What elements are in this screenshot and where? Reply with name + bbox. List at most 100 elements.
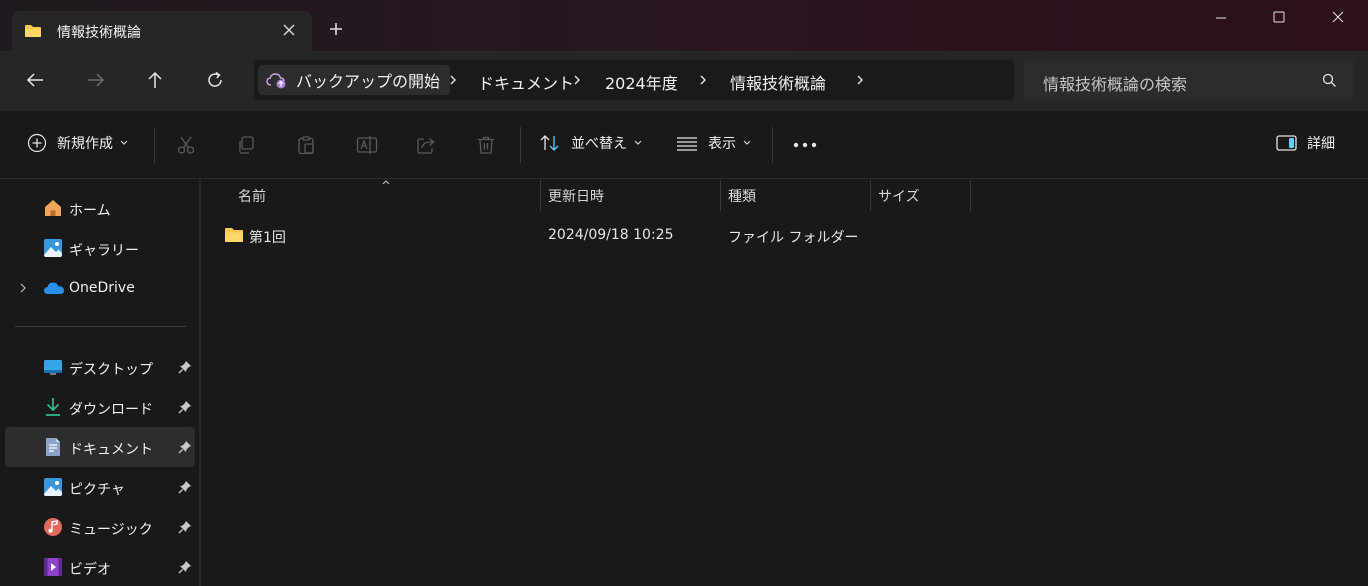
sidebar-item-label: ピクチャ	[69, 482, 125, 498]
title-bar: 情報技術概論	[0, 0, 1368, 51]
pin-icon[interactable]	[178, 360, 192, 374]
sidebar-item-label: OneDrive	[69, 280, 135, 296]
minimize-icon[interactable]	[1214, 10, 1228, 24]
sidebar-item-label: ミュージック	[69, 522, 153, 538]
add-circle-icon	[27, 133, 47, 153]
pin-icon[interactable]	[178, 560, 192, 574]
new-tab-icon[interactable]	[329, 22, 343, 36]
home-icon	[43, 198, 63, 218]
up-icon[interactable]	[145, 70, 165, 90]
sidebar-item-gallery[interactable]: ギャラリー	[5, 228, 195, 268]
column-divider[interactable]	[970, 180, 971, 211]
column-header-name[interactable]: 名前	[238, 186, 266, 206]
column-header-modified[interactable]: 更新日時	[548, 186, 604, 206]
divider	[154, 127, 155, 163]
breadcrumb-item-current[interactable]: 情報技術概論	[730, 70, 826, 94]
video-icon	[43, 557, 63, 577]
sidebar-item-music[interactable]: ミュージック	[5, 507, 195, 547]
share-icon[interactable]	[416, 135, 436, 155]
chevron-down-icon	[742, 139, 752, 147]
chevron-down-icon	[119, 139, 129, 147]
sidebar-item-label: デスクトップ	[69, 362, 153, 378]
search-input[interactable]: 情報技術概論の検索	[1024, 60, 1354, 100]
folder-icon	[24, 23, 42, 39]
desktop-icon	[43, 357, 63, 377]
sidebar-item-label: ドキュメント	[69, 442, 153, 458]
breadcrumb-item-documents[interactable]: ドキュメント	[478, 70, 574, 94]
sidebar-item-pictures[interactable]: ピクチャ	[5, 467, 195, 507]
sidebar-item-label: ビデオ	[69, 562, 111, 578]
back-icon[interactable]	[25, 70, 45, 90]
pictures-icon	[43, 477, 63, 497]
breadcrumb-item-year[interactable]: 2024年度	[605, 70, 678, 94]
copy-icon[interactable]	[236, 135, 256, 155]
file-name: 第1回	[249, 230, 286, 246]
table-row[interactable]: 第1回 2024/09/18 10:25 ファイル フォルダー	[219, 220, 979, 252]
refresh-icon[interactable]	[205, 70, 225, 90]
maximize-icon[interactable]	[1272, 10, 1286, 24]
cut-icon[interactable]	[176, 135, 196, 155]
new-label: 新規作成	[57, 136, 113, 152]
pin-icon[interactable]	[178, 520, 192, 534]
command-bar: 新規作成 並べ替え 表示 詳細	[0, 111, 1368, 179]
pin-icon[interactable]	[178, 440, 192, 454]
sort-button[interactable]: 並べ替え	[539, 133, 643, 153]
sidebar-item-downloads[interactable]: ダウンロード	[5, 387, 195, 427]
sidebar-item-label: ホーム	[69, 203, 111, 219]
details-label: 詳細	[1307, 136, 1335, 152]
sort-label: 並べ替え	[571, 136, 627, 152]
divider	[772, 127, 773, 163]
paste-icon[interactable]	[296, 135, 316, 155]
delete-icon[interactable]	[476, 135, 496, 155]
sidebar-divider	[15, 326, 186, 327]
gallery-icon	[43, 238, 63, 258]
view-button[interactable]: 表示	[676, 133, 752, 153]
close-tab-icon[interactable]	[282, 23, 296, 37]
pin-icon[interactable]	[178, 400, 192, 414]
file-list: 名前 更新日時 種類 サイズ 第1回 2024/09/18 10:25 ファイル…	[201, 180, 1368, 586]
column-divider[interactable]	[540, 180, 541, 211]
column-divider[interactable]	[870, 180, 871, 211]
column-header-type[interactable]: 種類	[728, 186, 756, 206]
sidebar-item-label: ギャラリー	[69, 243, 139, 259]
sidebar-item-videos[interactable]: ビデオ	[5, 547, 195, 586]
close-window-icon[interactable]	[1331, 10, 1345, 24]
rename-icon[interactable]	[356, 135, 378, 155]
search-icon[interactable]	[1322, 73, 1337, 88]
details-pane-button[interactable]: 詳細	[1276, 133, 1335, 153]
chevron-right-icon[interactable]	[572, 74, 582, 86]
chevron-right-icon[interactable]	[698, 74, 708, 86]
breadcrumb[interactable]: バックアップの開始 ドキュメント 2024年度 情報技術概論	[254, 60, 1014, 100]
sidebar-item-home[interactable]: ホーム	[5, 188, 195, 228]
breadcrumb-home-label: バックアップの開始	[296, 72, 441, 91]
details-pane-icon	[1276, 134, 1297, 152]
tab-current[interactable]: 情報技術概論	[12, 11, 312, 51]
search-placeholder: 情報技術概論の検索	[1043, 75, 1188, 94]
breadcrumb-backup-button[interactable]: バックアップの開始	[258, 65, 451, 95]
folder-icon	[224, 226, 244, 244]
chevron-right-icon[interactable]	[855, 74, 865, 86]
documents-icon	[43, 437, 63, 457]
divider	[520, 127, 521, 163]
more-options-icon[interactable]	[793, 142, 817, 148]
sidebar-item-desktop[interactable]: デスクトップ	[5, 347, 195, 387]
view-label: 表示	[708, 136, 736, 152]
music-icon	[43, 517, 63, 537]
chevron-right-icon[interactable]	[18, 282, 28, 294]
sidebar-item-label: ダウンロード	[69, 402, 153, 418]
column-divider[interactable]	[720, 180, 721, 211]
view-list-icon	[676, 133, 698, 153]
new-button[interactable]: 新規作成	[27, 133, 129, 153]
column-header-size[interactable]: サイズ	[878, 186, 920, 206]
tab-title: 情報技術概論	[57, 25, 141, 41]
chevron-right-icon[interactable]	[448, 74, 458, 86]
sidebar-item-onedrive[interactable]: OneDrive	[5, 268, 195, 308]
forward-icon[interactable]	[86, 70, 106, 90]
sort-icon	[539, 133, 561, 153]
pin-icon[interactable]	[178, 480, 192, 494]
sort-ascending-icon	[381, 178, 391, 186]
file-type: ファイル フォルダー	[728, 230, 859, 246]
sidebar-item-documents[interactable]: ドキュメント	[5, 427, 195, 467]
onedrive-icon	[43, 280, 65, 296]
download-icon	[43, 397, 63, 417]
